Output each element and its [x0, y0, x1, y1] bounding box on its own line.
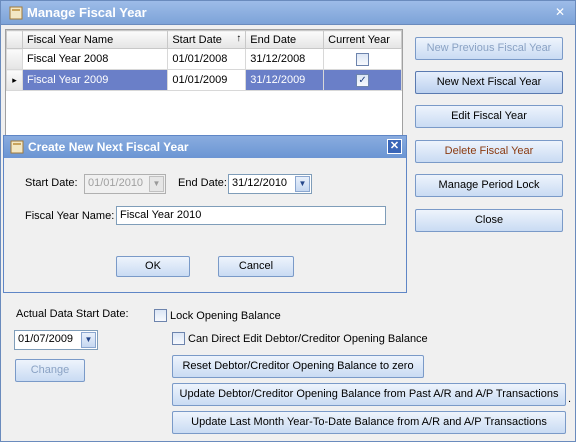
window-title: Manage Fiscal Year: [27, 5, 147, 20]
new-next-fiscal-year-button[interactable]: New Next Fiscal Year: [415, 71, 563, 94]
edit-fiscal-year-button[interactable]: Edit Fiscal Year: [415, 105, 563, 128]
fiscal-year-name-input[interactable]: Fiscal Year 2010: [116, 206, 386, 225]
chevron-down-icon[interactable]: ▼: [295, 176, 310, 192]
cell-end[interactable]: 31/12/2009: [245, 69, 325, 91]
cell-name[interactable]: Fiscal Year 2009: [21, 69, 169, 91]
reset-opening-balance-button[interactable]: Reset Debtor/Creditor Opening Balance to…: [172, 355, 424, 378]
title-bar: Manage Fiscal Year ✕: [1, 1, 575, 25]
col-start-date-label: Start Date: [172, 33, 222, 46]
actual-data-start-date-label: Actual Data Start Date:: [16, 308, 129, 320]
dialog-title: Create New Next Fiscal Year: [28, 140, 189, 154]
col-end-date[interactable]: End Date: [245, 30, 325, 49]
col-start-date[interactable]: Start Date ↑: [167, 30, 247, 49]
lock-opening-balance-label: Lock Opening Balance: [170, 310, 281, 322]
table-row[interactable]: Fiscal Year 2008 01/01/2008 31/12/2008: [6, 48, 402, 70]
can-direct-edit-label: Can Direct Edit Debtor/Creditor Opening …: [188, 333, 428, 345]
app-icon: [9, 6, 23, 20]
cell-current[interactable]: ✓: [323, 69, 402, 91]
cell-start[interactable]: 01/01/2009: [167, 69, 247, 91]
sort-ascending-icon: ↑: [236, 33, 242, 44]
close-button[interactable]: Close: [415, 209, 563, 232]
chevron-down-icon[interactable]: ▼: [81, 332, 96, 348]
current-year-checkbox[interactable]: [356, 52, 370, 66]
start-date-value: 01/01/2010: [88, 177, 144, 189]
manage-period-lock-button[interactable]: Manage Period Lock: [415, 174, 563, 197]
end-date-label: End Date:: [178, 177, 227, 189]
col-fiscal-year-name[interactable]: Fiscal Year Name: [21, 30, 169, 49]
cell-current[interactable]: [323, 48, 402, 70]
start-date-label: Start Date:: [25, 177, 78, 189]
end-date-picker[interactable]: 31/12/2010 ▼: [228, 174, 312, 194]
actual-data-start-date-value[interactable]: 01/07/2009: [18, 333, 73, 345]
manage-fiscal-year-window: Manage Fiscal Year ✕ Fiscal Year Name St…: [0, 0, 576, 442]
update-ytd-balance-button[interactable]: Update Last Month Year-To-Date Balance f…: [172, 411, 566, 434]
dialog-close-icon[interactable]: ✕: [387, 139, 402, 154]
row-pointer-icon[interactable]: ▸: [6, 69, 23, 91]
cell-name[interactable]: Fiscal Year 2008: [21, 48, 169, 70]
end-date-value[interactable]: 31/12/2010: [232, 177, 287, 189]
row-header[interactable]: [6, 48, 23, 70]
table-row-selected[interactable]: ▸ Fiscal Year 2009 01/01/2009 31/12/2009…: [6, 69, 402, 91]
grid-header: Fiscal Year Name Start Date ↑ End Date Cu…: [6, 30, 402, 49]
cancel-button[interactable]: Cancel: [218, 256, 294, 277]
ok-button[interactable]: OK: [116, 256, 190, 277]
start-date-picker: 01/01/2010 ▼: [84, 174, 166, 194]
delete-fiscal-year-button[interactable]: Delete Fiscal Year: [415, 140, 563, 163]
current-year-checkbox[interactable]: ✓: [356, 73, 370, 87]
update-opening-balance-button[interactable]: Update Debtor/Creditor Opening Balance f…: [172, 383, 566, 406]
row-header-corner: [6, 30, 23, 49]
cell-start[interactable]: 01/01/2008: [167, 48, 247, 70]
actual-data-start-date-picker[interactable]: 01/07/2009 ▼: [14, 330, 98, 350]
can-direct-edit-checkbox[interactable]: [172, 332, 185, 345]
create-next-fiscal-year-dialog: Create New Next Fiscal Year ✕ Start Date…: [3, 135, 407, 293]
col-current-year[interactable]: Current Year: [323, 30, 402, 49]
window-close-icon[interactable]: ✕: [553, 5, 567, 19]
trailing-dot: .: [568, 393, 572, 405]
lock-opening-balance-checkbox[interactable]: [154, 309, 167, 322]
dialog-icon: [10, 140, 24, 154]
change-button[interactable]: Change: [15, 359, 85, 382]
new-previous-fiscal-year-button[interactable]: New Previous Fiscal Year: [415, 37, 563, 60]
fiscal-year-name-label: Fiscal Year Name:: [25, 210, 115, 222]
dialog-title-bar: Create New Next Fiscal Year ✕: [4, 136, 406, 158]
cell-end[interactable]: 31/12/2008: [245, 48, 325, 70]
chevron-down-icon: ▼: [149, 176, 164, 192]
